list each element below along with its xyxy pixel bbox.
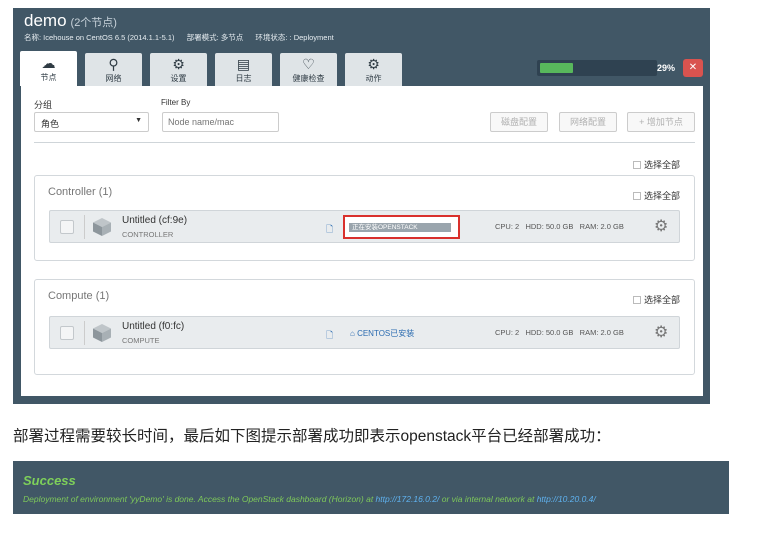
logs-file-icon[interactable]: 🗋 (326, 222, 333, 238)
separator (84, 321, 85, 345)
tab-settings-label: 设置 (170, 73, 187, 83)
internal-network-link[interactable]: http://10.20.0.4/ (537, 494, 596, 504)
tab-health-check[interactable]: ♡ 健康检查 (280, 53, 337, 86)
highlight-box: 正在安装OPENSTACK (343, 215, 460, 239)
add-node-button[interactable]: + 增加节点 (627, 112, 695, 132)
controller-group: Controller (1) 选择全部 Untitled (cf:9e) CON… (34, 175, 695, 261)
add-node-label: 增加节点 (646, 117, 683, 127)
gear-icon: ⚙ (172, 55, 185, 72)
tab-nodes[interactable]: ☁ 节点 (20, 51, 77, 86)
node-specs: CPU: 2 HDD: 50.0 GB RAM: 2.0 GB (495, 328, 624, 337)
checkbox[interactable] (633, 192, 641, 200)
node-filter-input[interactable] (162, 112, 279, 132)
node-cpu: CPU: 2 (495, 222, 520, 231)
node-ram: RAM: 2.0 GB (579, 222, 624, 231)
tab-actions-label: 动作 (365, 73, 382, 83)
network-config-button[interactable]: 网络配置 (559, 112, 617, 132)
group-by-label: 分组 (34, 100, 53, 110)
plus-icon: + (639, 117, 647, 127)
success-banner: Success Deployment of environment 'yyDem… (13, 461, 729, 514)
group-by-select[interactable]: 角色 ▼ (34, 112, 149, 132)
fuel-environment-window: demo (2个节点) 名称: Icehouse on CentOS 6.5 (2… (13, 8, 710, 404)
installed-icon: ⌂ (350, 329, 358, 338)
caption-text: 部署过程需要较长时间，最后如下图提示部署成功即表示openstack平台已经部署… (13, 428, 611, 445)
environment-title: demo (2个节点) (24, 11, 117, 31)
stop-deployment-button[interactable]: ✕ (683, 59, 703, 77)
environment-mode: 部署模式: 多节点 (186, 33, 244, 42)
node-hdd: HDD: 50.0 GB (525, 222, 574, 231)
node-count: (2个节点) (70, 17, 117, 29)
tab-actions[interactable]: ⚙ 动作 (345, 53, 402, 86)
cloud-icon: ☁ (41, 54, 56, 71)
actions-icon: ⚙ (367, 55, 380, 72)
tab-health-check-label: 健康检查 (292, 73, 325, 83)
node-checkbox[interactable] (60, 220, 74, 234)
nodes-panel: 分组 Filter By 角色 ▼ 磁盘配置 网络配置 + 增加节点 选择全部 … (21, 86, 703, 396)
deploy-progress-label: 29% (657, 63, 676, 73)
success-title: Success (23, 473, 76, 488)
select-all-label: 选择全部 (644, 295, 681, 305)
deploy-progress-bar (537, 60, 657, 76)
server-icon (93, 218, 111, 236)
tab-network[interactable]: ⚲ 网络 (85, 53, 142, 86)
node-name[interactable]: Untitled (cf:9e) (122, 215, 187, 226)
server-icon (93, 324, 111, 342)
node-row[interactable]: Untitled (cf:9e) CONTROLLER 🗋 正在安装OPENST… (49, 210, 680, 243)
compute-group: Compute (1) 选择全部 Untitled (f0:fc) COMPUT… (34, 279, 695, 375)
node-status-label: CENTOS已安装 (357, 329, 415, 338)
chevron-down-icon: ▼ (135, 117, 142, 124)
tab-nodes-label: 节点 (40, 72, 57, 82)
node-role: COMPUTE (122, 336, 160, 345)
select-all-label: 选择全部 (644, 160, 681, 170)
tab-logs[interactable]: ▤ 日志 (215, 53, 272, 86)
node-install-progress: 正在安装OPENSTACK (349, 223, 451, 232)
environment-release: 名称: Icehouse on CentOS 6.5 (2014.1.1-5.1… (24, 33, 175, 42)
node-hdd: HDD: 50.0 GB (525, 328, 574, 337)
success-message-mid: or via internal network at (439, 494, 537, 504)
checkbox[interactable] (633, 296, 641, 304)
log-icon: ▤ (236, 55, 251, 72)
node-specs: CPU: 2 HDD: 50.0 GB RAM: 2.0 GB (495, 222, 624, 231)
checkbox[interactable] (633, 161, 641, 169)
select-all-compute[interactable]: 选择全部 (633, 293, 680, 306)
environment-name: demo (24, 11, 67, 30)
close-icon: ✕ (688, 62, 698, 73)
node-ram: RAM: 2.0 GB (579, 328, 624, 337)
network-icon: ⚲ (108, 55, 119, 72)
tab-network-label: 网络 (105, 73, 122, 83)
node-row[interactable]: Untitled (f0:fc) COMPUTE 🗋 ⌂ CENTOS已安装 C… (49, 316, 680, 349)
deploy-progress-fill (540, 63, 573, 73)
node-cpu: CPU: 2 (495, 328, 520, 337)
select-all-nodes[interactable]: 选择全部 (633, 158, 680, 171)
horizon-link[interactable]: http://172.16.0.2/ (376, 494, 440, 504)
tab-settings[interactable]: ⚙ 设置 (150, 53, 207, 86)
disk-config-button[interactable]: 磁盘配置 (490, 112, 548, 132)
tab-logs-label: 日志 (235, 73, 252, 83)
node-role: CONTROLLER (122, 230, 174, 239)
heart-icon: ♡ (302, 55, 315, 72)
filter-by-label: Filter By (161, 98, 191, 107)
logs-file-icon[interactable]: 🗋 (326, 328, 333, 344)
gear-icon[interactable]: ⚙ (654, 217, 668, 237)
environment-meta: 名称: Icehouse on CentOS 6.5 (2014.1.1-5.1… (24, 32, 344, 43)
environment-status: 环境状态: : Deployment (255, 33, 334, 42)
group-by-value: 角色 (41, 119, 60, 129)
node-name[interactable]: Untitled (f0:fc) (122, 321, 184, 332)
node-status: ⌂ CENTOS已安装 (350, 328, 414, 339)
group-title: Compute (1) (48, 290, 110, 302)
node-checkbox[interactable] (60, 326, 74, 340)
group-title: Controller (1) (48, 186, 113, 198)
separator (84, 215, 85, 239)
toolbar-divider (34, 142, 695, 143)
gear-icon[interactable]: ⚙ (654, 323, 668, 343)
select-all-controller[interactable]: 选择全部 (633, 189, 680, 202)
select-all-label: 选择全部 (644, 191, 681, 201)
success-message: Deployment of environment 'yyDemo' is do… (23, 494, 596, 504)
success-message-text: Deployment of environment 'yyDemo' is do… (23, 494, 376, 504)
